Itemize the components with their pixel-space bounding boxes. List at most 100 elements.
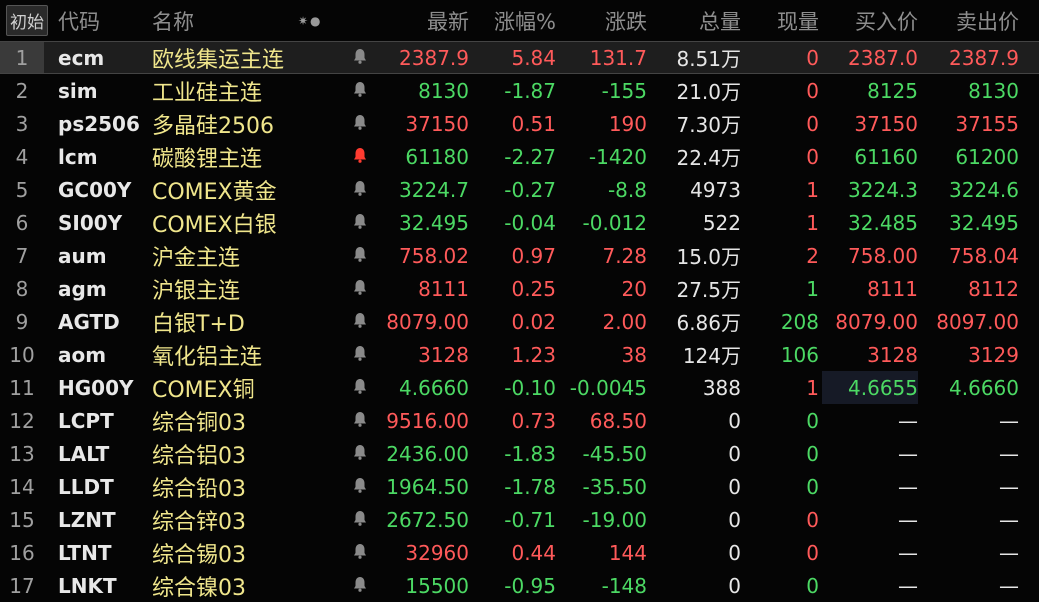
table-row[interactable]: 11 HG00Y COMEX铜 4.6660 -0.10 -0.0045 388 1 4.665… xyxy=(0,371,1039,404)
column-header-vol[interactable]: 总量 xyxy=(650,0,741,41)
row-last: 3224.7 xyxy=(372,173,469,206)
row-bid: 3128 xyxy=(822,338,918,371)
row-vol-text: 7.30万 xyxy=(676,113,741,137)
column-header-code[interactable]: 代码 xyxy=(58,0,148,41)
row-name-text: COMEX铜 xyxy=(152,377,255,403)
row-bid-text: — xyxy=(898,474,918,499)
row-cur-text: 0 xyxy=(806,507,819,532)
row-cur-text: 0 xyxy=(806,408,819,433)
row-code-text: SI00Y xyxy=(58,210,123,235)
row-pct: -1.78 xyxy=(472,470,556,503)
row-code: ecm xyxy=(58,42,148,73)
row-ask-text: 8097.00 xyxy=(936,309,1019,334)
row-index: 7 xyxy=(0,239,44,272)
row-vol: 522 xyxy=(650,206,741,239)
row-index: 4 xyxy=(0,140,44,173)
table-row[interactable]: 9 AGTD 白银T+D 8079.00 0.02 2.00 6.86万 208 8079.00… xyxy=(0,305,1039,338)
table-row[interactable]: 13 LALT 综合铝03 2436.00 -1.83 -45.50 0 0 — — xyxy=(0,437,1039,470)
row-index-text: 14 xyxy=(9,474,35,499)
bell-icon[interactable] xyxy=(350,173,370,206)
row-ask: 61200 xyxy=(920,140,1019,173)
table-row[interactable]: 15 LZNT 综合锌03 2672.50 -0.71 -19.00 0 0 — — xyxy=(0,503,1039,536)
table-row[interactable]: 8 agm 沪银主连 8111 0.25 20 27.5万 1 8111 8112 xyxy=(0,272,1039,305)
row-last-text: 8130 xyxy=(418,78,469,103)
row-pct-text: -0.27 xyxy=(504,177,556,202)
column-header-ask[interactable]: 卖出价 xyxy=(920,0,1019,41)
row-vol-text: 388 xyxy=(702,375,741,400)
row-name: 综合锡03 xyxy=(152,536,348,569)
table-row[interactable]: 16 LTNT 综合锡03 32960 0.44 144 0 0 — — xyxy=(0,536,1039,569)
row-index: 13 xyxy=(0,437,44,470)
bell-icon[interactable] xyxy=(350,42,370,73)
row-bid: 8079.00 xyxy=(822,305,918,338)
bell-icon[interactable] xyxy=(350,338,370,371)
row-name: COMEX铜 xyxy=(152,371,348,404)
init-button[interactable]: 初始 xyxy=(6,5,48,36)
column-header-bid[interactable]: 买入价 xyxy=(822,0,918,41)
row-pct: -0.10 xyxy=(472,371,556,404)
row-cur: 0 xyxy=(744,42,819,73)
table-row[interactable]: 3 ps2506 多晶硅2506 37150 0.51 190 7.30万 0 37150 371… xyxy=(0,107,1039,140)
row-vol: 388 xyxy=(650,371,741,404)
table-row[interactable]: 4 lcm 碳酸锂主连 61180 -2.27 -1420 22.4万 0 61160 61200 xyxy=(0,140,1039,173)
table-row[interactable]: 14 LLDT 综合铅03 1964.50 -1.78 -35.50 0 0 — — xyxy=(0,470,1039,503)
bell-icon[interactable] xyxy=(350,470,370,503)
bell-icon[interactable] xyxy=(350,371,370,404)
row-bid: — xyxy=(822,536,918,569)
table-row[interactable]: 6 SI00Y COMEX白银 32.495 -0.04 -0.012 522 1 32.485… xyxy=(0,206,1039,239)
row-name-text: 综合铝03 xyxy=(152,443,246,469)
table-row[interactable]: 12 LCPT 综合铜03 9516.00 0.73 68.50 0 0 — — xyxy=(0,404,1039,437)
bell-icon[interactable] xyxy=(350,503,370,536)
row-cur-text: 208 xyxy=(780,309,819,334)
row-code-text: HG00Y xyxy=(58,375,134,400)
table-row[interactable]: 10 aom 氧化铝主连 3128 1.23 38 124万 106 3128 3129 xyxy=(0,338,1039,371)
bell-icon[interactable] xyxy=(350,404,370,437)
bell-icon[interactable] xyxy=(350,272,370,305)
bell-icon[interactable] xyxy=(350,437,370,470)
table-row[interactable]: 7 aum 沪金主连 758.02 0.97 7.28 15.0万 2 758.00 758.04 xyxy=(0,239,1039,272)
bell-alert-icon[interactable] xyxy=(350,140,370,173)
column-header-last[interactable]: 最新 xyxy=(372,0,469,41)
column-header-cur[interactable]: 现量 xyxy=(744,0,819,41)
bell-icon[interactable] xyxy=(350,569,370,602)
row-ask: — xyxy=(920,404,1019,437)
bell-icon[interactable] xyxy=(350,74,370,107)
table-row[interactable]: 2 sim 工业硅主连 8130 -1.87 -155 21.0万 0 8125 8130 xyxy=(0,74,1039,107)
row-cur: 0 xyxy=(744,140,819,173)
row-code-text: AGTD xyxy=(58,309,120,334)
row-name-text: 综合铜03 xyxy=(152,410,246,436)
row-ask-text: — xyxy=(999,573,1019,598)
column-header-chg[interactable]: 涨跌 xyxy=(558,0,647,41)
row-code-text: ecm xyxy=(58,45,105,70)
row-vol-text: 0 xyxy=(728,507,741,532)
bell-icon[interactable] xyxy=(350,206,370,239)
row-index-text: 6 xyxy=(15,210,29,235)
row-last-text: 37150 xyxy=(405,111,469,136)
sort-toggle-icon[interactable]: ✷● xyxy=(298,0,338,41)
bell-icon[interactable] xyxy=(350,107,370,140)
row-bid: 8111 xyxy=(822,272,918,305)
row-index-text: 3 xyxy=(15,111,29,136)
row-bid-text: — xyxy=(898,408,918,433)
init-cell: 初始 xyxy=(6,0,48,41)
row-code-text: sim xyxy=(58,78,98,103)
bell-icon[interactable] xyxy=(350,305,370,338)
row-vol: 124万 xyxy=(650,338,741,371)
row-bid-text: — xyxy=(898,507,918,532)
column-header-pct[interactable]: 涨幅% xyxy=(472,0,556,41)
row-last: 2672.50 xyxy=(372,503,469,536)
row-cur: 0 xyxy=(744,536,819,569)
row-code: SI00Y xyxy=(58,206,148,239)
table-body: 1 ecm 欧线集运主连 2387.9 5.84 131.7 8.51万 0 2387.0 238… xyxy=(0,41,1039,602)
table-row[interactable]: 5 GC00Y COMEX黄金 3224.7 -0.27 -8.8 4973 1 3224.3 3… xyxy=(0,173,1039,206)
row-name: 氧化铝主连 xyxy=(152,338,348,371)
bell-icon[interactable] xyxy=(350,536,370,569)
bell-icon[interactable] xyxy=(350,239,370,272)
row-code-text: LZNT xyxy=(58,507,116,532)
row-name: 多晶硅2506 xyxy=(152,107,348,140)
table-row[interactable]: 17 LNKT 综合镍03 15500 -0.95 -148 0 0 — — xyxy=(0,569,1039,602)
table-row[interactable]: 1 ecm 欧线集运主连 2387.9 5.84 131.7 8.51万 0 2387.0 238… xyxy=(0,41,1039,74)
row-cur-text: 2 xyxy=(806,243,819,268)
row-cur-text: 1 xyxy=(806,276,819,301)
row-chg-text: -0.0045 xyxy=(569,375,647,400)
